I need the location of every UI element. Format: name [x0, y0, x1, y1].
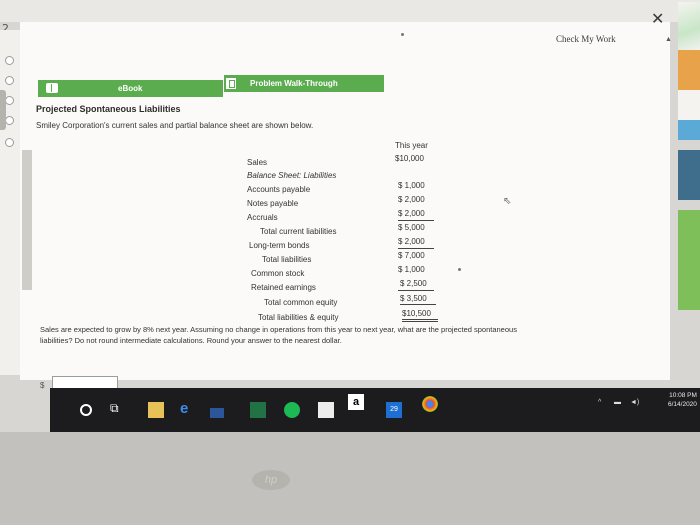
row-value-total-common-equity: $ 3,500	[400, 294, 427, 303]
check-my-work-link[interactable]: Check My Work	[556, 34, 616, 44]
mouse-cursor-icon: ⇖	[503, 196, 512, 207]
problem-title: Projected Spontaneous Liabilities	[36, 104, 181, 114]
file-explorer-icon[interactable]	[148, 402, 164, 418]
collapse-caret-icon[interactable]: ▲	[665, 36, 672, 43]
column-header: This year	[395, 141, 428, 150]
row-value-accruals: $ 2,000	[398, 209, 425, 218]
question-radio-5[interactable]	[5, 138, 14, 147]
underline	[398, 220, 434, 221]
double-underline	[402, 321, 438, 322]
row-label-accruals: Accruals	[247, 213, 278, 222]
dark-app-icon	[678, 150, 700, 200]
pencil-icon	[678, 2, 700, 50]
row-label-notes-payable: Notes payable	[247, 199, 299, 208]
volume-icon[interactable]: ◄)	[630, 399, 639, 406]
row-value-total-current-liabilities: $ 5,000	[398, 223, 425, 232]
tray-chevron-icon[interactable]: ^	[598, 399, 601, 406]
vertical-scrollbar[interactable]	[22, 150, 32, 290]
amazon-icon[interactable]: a	[348, 394, 364, 410]
row-value-total-liabilities: $ 7,000	[398, 251, 425, 260]
row-value-notes-payable: $ 2,000	[398, 195, 425, 204]
row-label-common-stock: Common stock	[251, 269, 305, 278]
chrome-icon[interactable]	[422, 396, 438, 412]
gap	[678, 90, 700, 120]
question-line-1: Sales are expected to grow by 8% next ye…	[40, 325, 517, 334]
task-view-icon[interactable]: ⧉	[110, 401, 126, 417]
sales-label: Sales	[247, 158, 268, 167]
question-line-2: liabilities? Do not round intermediate c…	[40, 336, 342, 345]
blue-app-icon	[678, 120, 700, 140]
close-icon[interactable]: ✕	[651, 9, 664, 28]
orange-app-icon	[678, 50, 700, 90]
laptop-bezel	[0, 432, 700, 525]
clock[interactable]: 10:08 PM 6/14/2020	[668, 391, 697, 409]
book-icon	[46, 83, 58, 93]
side-app-strip	[678, 50, 700, 350]
tab-problem-walk-through[interactable]: Problem Walk-Through	[224, 75, 384, 92]
row-label-total-common-equity: Total common equity	[264, 298, 338, 307]
question-radio-4[interactable]	[5, 116, 14, 125]
tab-ebook-label: eBook	[118, 84, 143, 93]
edge-icon[interactable]: e	[180, 400, 196, 417]
double-underline	[402, 319, 438, 320]
sales-value: $10,000	[395, 154, 424, 163]
question-nav-rail	[0, 30, 20, 375]
underline	[400, 304, 436, 305]
row-label-accounts-payable: Accounts payable	[247, 185, 311, 194]
tab-ebook[interactable]: eBook	[38, 80, 223, 97]
hp-logo: hp	[252, 470, 290, 490]
excel-icon[interactable]	[250, 402, 266, 418]
row-label-long-term-bonds: Long-term bonds	[249, 241, 310, 250]
problem-intro: Smiley Corporation's current sales and p…	[36, 121, 314, 130]
cortana-icon[interactable]	[80, 404, 92, 416]
row-value-long-term-bonds: $ 2,000	[398, 237, 425, 246]
mail-icon[interactable]: 29	[386, 402, 402, 418]
windows-taskbar: ⧉ e a 29 ^ ▬ ◄) 10:08 PM 6/14/2020	[50, 388, 700, 432]
underline	[398, 290, 434, 291]
question-text: Sales are expected to grow by 8% next ye…	[40, 324, 655, 346]
spotify-icon[interactable]	[284, 402, 300, 418]
section-label: Balance Sheet: Liabilities	[247, 171, 337, 180]
row-label-total-liabilities: Total liabilities	[262, 255, 312, 264]
row-label-retained-earnings: Retained earnings	[251, 283, 316, 292]
dot	[458, 268, 461, 271]
clock-time: 10:08 PM	[669, 392, 697, 399]
clock-date: 6/14/2020	[668, 401, 697, 408]
currency-symbol: $	[40, 381, 45, 390]
question-radio-1[interactable]	[5, 56, 14, 65]
question-radio-2[interactable]	[5, 76, 14, 85]
row-value-total-liabilities-equity: $10,500	[402, 309, 431, 318]
tab-walk-label: Problem Walk-Through	[250, 79, 338, 88]
row-label-total-liabilities-equity: Total liabilities & equity	[258, 313, 339, 322]
photo-top-edge	[0, 0, 700, 22]
dot	[401, 33, 404, 36]
row-value-common-stock: $ 1,000	[398, 265, 425, 274]
document-icon	[226, 78, 236, 89]
question-radio-3[interactable]	[5, 96, 14, 105]
word-icon[interactable]	[210, 408, 224, 418]
battery-icon[interactable]: ▬	[614, 399, 621, 406]
underline	[398, 248, 434, 249]
row-label-total-current-liabilities: Total current liabilities	[260, 227, 337, 236]
row-value-retained-earnings: $ 2,500	[400, 279, 427, 288]
row-value-accounts-payable: $ 1,000	[398, 181, 425, 190]
store-icon[interactable]	[318, 402, 334, 418]
green-app-icon	[678, 210, 700, 310]
collapse-arrow-icon[interactable]	[0, 90, 6, 130]
